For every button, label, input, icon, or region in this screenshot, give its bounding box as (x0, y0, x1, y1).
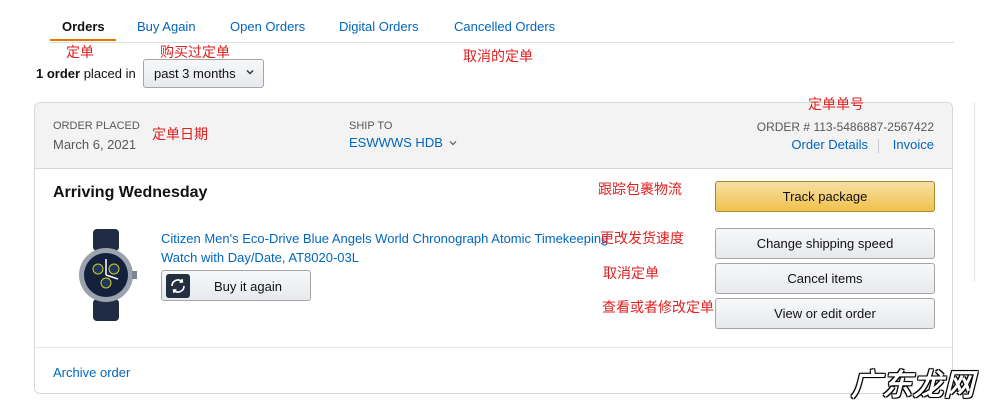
order-tabs: Orders Buy Again Open Orders Digital Ord… (50, 14, 954, 43)
tab-open-orders[interactable]: Open Orders (230, 19, 305, 34)
order-details-link[interactable]: Order Details (791, 137, 868, 152)
tab-orders[interactable]: Orders (62, 19, 105, 34)
order-count-value: 1 order (36, 66, 81, 81)
time-filter-value: past 3 months (154, 66, 236, 81)
tab-cancelled-orders[interactable]: Cancelled Orders (454, 19, 555, 34)
ship-to-label: SHIP TO (349, 120, 393, 132)
annotation-orders: 定单 (66, 45, 94, 61)
change-shipping-speed-button[interactable]: Change shipping speed (715, 228, 935, 259)
watermark: 广东龙网 (851, 368, 975, 403)
ship-to-name: ESWWWS HDB (349, 135, 443, 150)
placed-in-label: placed in (83, 66, 136, 81)
product-image[interactable] (71, 229, 141, 321)
buy-again-icon (166, 274, 190, 298)
annotation-buy-again: 购买过定单 (160, 45, 230, 61)
order-card: ORDER PLACED March 6, 2021 SHIP TO ESWWW… (34, 102, 953, 394)
order-footer: Archive order (35, 347, 952, 393)
track-package-button[interactable]: Track package (715, 181, 935, 212)
annotation-change-speed: 更改发货速度 (600, 231, 684, 247)
cancel-items-button[interactable]: Cancel items (715, 263, 935, 294)
tab-digital-orders[interactable]: Digital Orders (339, 19, 418, 34)
annotation-order-number: 定单单号 (808, 97, 864, 113)
active-tab-indicator (50, 39, 116, 41)
arrival-status: Arriving Wednesday (53, 184, 208, 201)
order-number: ORDER # 113-5486887-2567422 (756, 120, 934, 134)
order-placed-date: March 6, 2021 (53, 137, 137, 152)
time-filter-select[interactable]: past 3 months (143, 59, 264, 88)
invoice-link[interactable]: Invoice (893, 137, 934, 152)
tab-buy-again[interactable]: Buy Again (137, 19, 196, 34)
annotation-view-edit: 查看或者修改定单 (602, 300, 714, 316)
archive-order-link[interactable]: Archive order (53, 365, 130, 380)
order-count: 1 order placed in (36, 66, 136, 81)
side-panel-edge (974, 102, 988, 282)
chevron-down-icon (246, 69, 254, 75)
order-placed-label: ORDER PLACED (53, 120, 140, 132)
view-edit-order-button[interactable]: View or edit order (715, 298, 935, 329)
annotation-cancel: 取消定单 (603, 266, 659, 282)
chevron-down-icon (449, 141, 456, 146)
link-divider (878, 139, 879, 153)
buy-it-again-label: Buy it again (214, 279, 282, 294)
ship-to-dropdown[interactable]: ESWWWS HDB (349, 135, 457, 150)
annotation-order-date: 定单日期 (152, 127, 208, 143)
product-title-link[interactable]: Citizen Men's Eco-Drive Blue Angels Worl… (161, 229, 611, 267)
buy-it-again-button[interactable]: Buy it again (161, 270, 311, 301)
annotation-cancelled: 取消的定单 (463, 49, 533, 65)
annotation-track: 跟踪包裹物流 (598, 182, 682, 198)
